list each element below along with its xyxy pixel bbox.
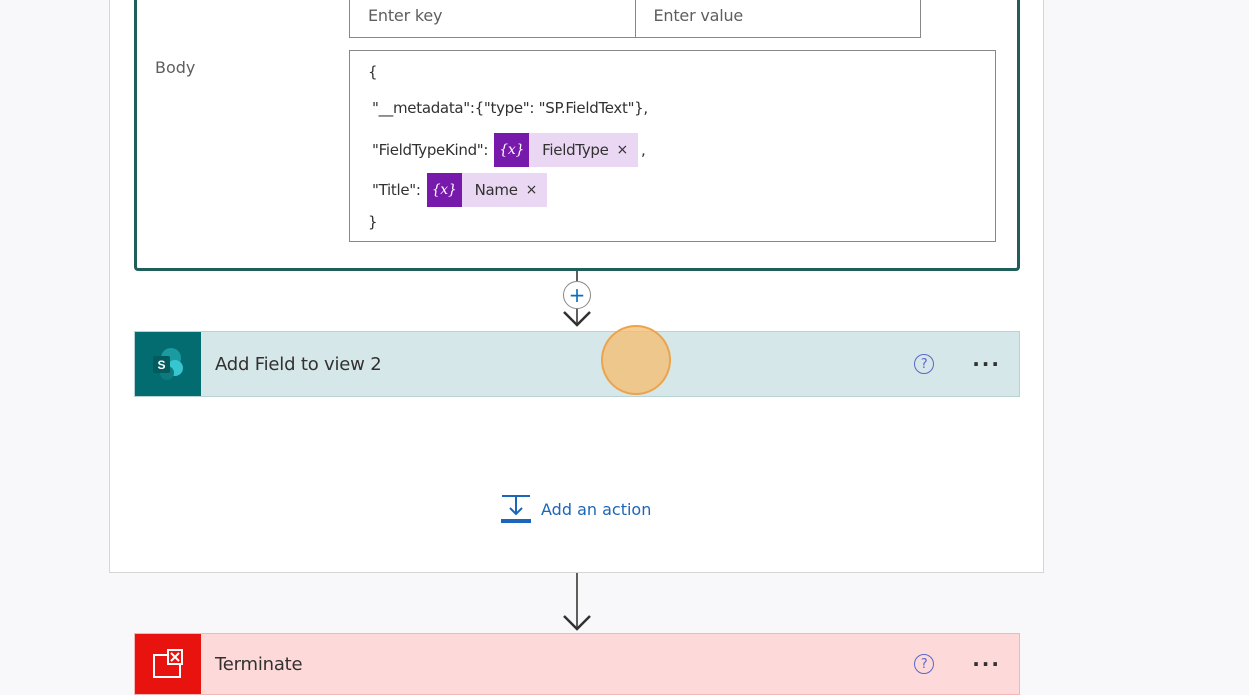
insert-step-button[interactable]: +	[563, 281, 591, 309]
connector-line	[576, 271, 578, 281]
name-token[interactable]: {x} Name ×	[426, 173, 548, 207]
body-line-metadata: "__metadata":{"type": "SP.FieldText"},	[372, 99, 648, 117]
help-icon[interactable]: ?	[914, 354, 935, 374]
token-label: Name	[474, 181, 518, 199]
header-value-input[interactable]: Enter value	[634, 0, 921, 37]
comma: ,	[640, 141, 646, 159]
token-label: FieldType	[542, 141, 609, 159]
body-line-title: "Title": {x} Name ×	[372, 173, 548, 207]
click-indicator	[601, 325, 671, 395]
sharepoint-action-title: Add Field to view 2	[215, 353, 382, 375]
terminate-icon	[135, 634, 201, 694]
variable-icon: {x}	[426, 173, 462, 207]
sharepoint-action-card[interactable]: S Add Field to view 2 ? ···	[134, 331, 1020, 397]
sharepoint-icon: S	[135, 332, 201, 396]
body-line-open: {	[368, 63, 378, 81]
svg-text:S: S	[157, 358, 165, 372]
more-options-icon[interactable]: ···	[972, 352, 1001, 376]
fieldtype-token[interactable]: {x} FieldType ×	[494, 133, 638, 167]
fieldtypekind-key: "FieldTypeKind":	[372, 141, 489, 159]
header-key-input[interactable]: Enter key	[350, 0, 635, 37]
remove-token-icon[interactable]: ×	[617, 142, 638, 158]
body-line-close: }	[368, 213, 378, 231]
plus-icon: +	[568, 283, 586, 307]
terminate-action-title: Terminate	[215, 653, 303, 675]
remove-token-icon[interactable]: ×	[526, 182, 547, 198]
title-key: "Title":	[372, 181, 421, 199]
body-label: Body	[155, 58, 196, 77]
add-action-icon	[501, 495, 531, 523]
body-editor[interactable]: { "__metadata":{"type": "SP.FieldText"},…	[349, 50, 996, 242]
add-action-label: Add an action	[541, 499, 652, 519]
help-icon[interactable]: ?	[914, 654, 935, 674]
arrow-down-icon	[563, 311, 591, 327]
variable-icon: {x}	[494, 133, 530, 167]
add-action-button[interactable]: Add an action	[501, 494, 651, 524]
body-line-fieldtypekind: "FieldTypeKind": {x} FieldType × ,	[372, 133, 646, 167]
terminate-action-card[interactable]: Terminate ? ···	[134, 633, 1020, 695]
headers-row: Enter key Enter value	[349, 0, 921, 38]
more-options-icon[interactable]: ···	[972, 652, 1001, 676]
arrow-down-icon	[563, 615, 591, 631]
